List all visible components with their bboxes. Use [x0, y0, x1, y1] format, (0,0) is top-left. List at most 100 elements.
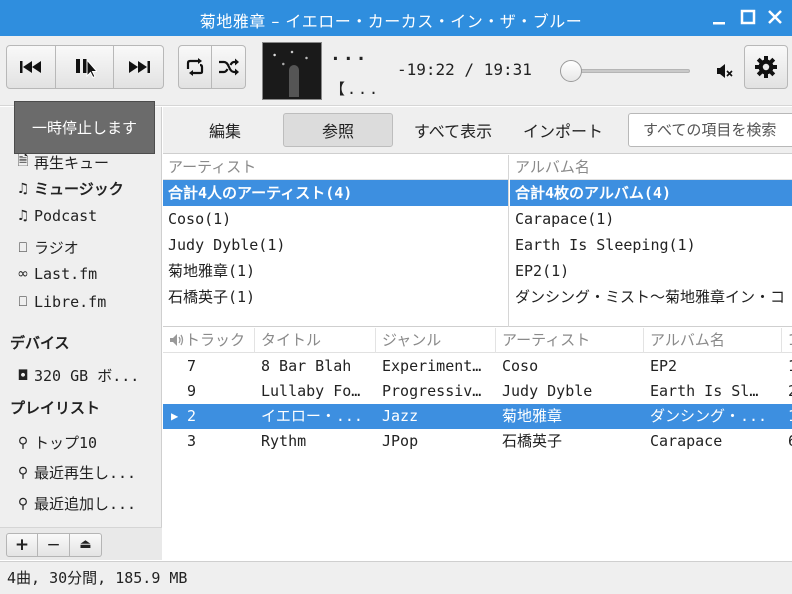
- track-cell-album: ダンシング・...: [650, 407, 768, 425]
- album-filter-row[interactable]: ダンシング・ミスト〜菊地雅章イン・コ: [510, 284, 792, 310]
- sidebar-footer: + − ⏏: [0, 527, 162, 560]
- artist-filter-row[interactable]: 石橋英子(1): [163, 284, 508, 310]
- add-button[interactable]: +: [6, 533, 38, 557]
- sidebar: デバイス プレイリスト + − ⏏ 🗎 再生キュー ♫ ミュージック ♫ Podcast ⎕…: [0, 107, 162, 560]
- sidebar-playlist-label: 最近追加し...: [34, 495, 137, 513]
- shuffle-icon: [218, 58, 239, 76]
- album-filter-row[interactable]: Earth Is Sleeping(1): [510, 232, 792, 258]
- track-row[interactable]: 3 Rythm JPop 石橋英子 Carapace 6: [163, 429, 792, 454]
- tab-import[interactable]: インポート: [515, 113, 611, 147]
- album-filter-row[interactable]: Carapace(1): [510, 206, 792, 232]
- track-cell-title: Lullaby Fo…: [261, 382, 361, 400]
- pause-icon: [75, 58, 97, 78]
- search-icon: ⚲: [17, 464, 29, 481]
- skip-back-icon: [20, 61, 41, 73]
- track-cell-album: Carapace: [650, 432, 723, 450]
- shuffle-button[interactable]: [212, 45, 246, 89]
- column-header-4[interactable]: アルバム名: [644, 328, 782, 353]
- tab-browse[interactable]: 参照: [283, 113, 393, 147]
- track-cell-track: 2: [187, 407, 197, 425]
- previous-track-button[interactable]: [6, 45, 56, 89]
- close-button[interactable]: [764, 6, 786, 28]
- artist-column-header[interactable]: アーティスト: [163, 155, 508, 180]
- sidebar-playlist-0[interactable]: ⚲ トップ10: [14, 432, 97, 453]
- sidebar-item-label: Podcast: [34, 207, 98, 225]
- album-filter-pane[interactable]: アルバム名 合計4枚のアルバム(4) Carapace(1) Earth Is Sl…: [510, 155, 792, 327]
- minimize-button[interactable]: [708, 6, 730, 28]
- album-cover[interactable]: [262, 42, 322, 100]
- repeat-button[interactable]: [178, 45, 212, 89]
- filter-panes: アーティスト 合計4人のアーティスト(4) Coso(1) Judy Dyble(1…: [163, 155, 792, 327]
- track-cell-artist: Judy Dyble: [502, 382, 593, 400]
- seek-slider-knob[interactable]: [560, 60, 582, 82]
- music-icon: ♫: [16, 180, 30, 197]
- remove-button[interactable]: −: [38, 533, 70, 557]
- tab-show-all[interactable]: すべて表示: [403, 113, 503, 147]
- track-cell-artist: 菊地雅章: [502, 407, 563, 425]
- track-row[interactable]: ▶ 2 イエロー・... Jazz 菊地雅章 ダンシング・... 1: [163, 404, 792, 429]
- close-icon: [768, 10, 782, 24]
- volume-muted-icon: [717, 64, 733, 78]
- sidebar-item-label: Libre.fm: [34, 293, 107, 311]
- track-list-header: トラックタイトル ジャンル アーティスト アルバム名 1: [163, 328, 792, 353]
- eject-button[interactable]: ⏏: [70, 533, 102, 557]
- column-header-3[interactable]: アーティスト: [496, 328, 644, 353]
- sidebar-item-5[interactable]: ⎕ Libre.fm: [14, 293, 106, 311]
- now-playing-icon: ▶: [171, 409, 179, 423]
- column-header-label: 1: [788, 331, 792, 349]
- time-display[interactable]: -19:22 / 19:31: [397, 60, 532, 79]
- sidebar-item-label: Last.fm: [34, 265, 98, 283]
- column-header-5[interactable]: 1: [782, 328, 792, 353]
- track-info: 【...: [330, 80, 381, 98]
- column-header-1[interactable]: タイトル: [255, 328, 376, 353]
- radio-icon: ⎕: [18, 239, 28, 256]
- lastfm-icon: ∞: [17, 266, 29, 282]
- sidebar-playlist-1[interactable]: ⚲ 最近再生し...: [14, 462, 136, 483]
- album-filter-row[interactable]: 合計4枚のアルバム(4): [510, 180, 792, 206]
- maximize-button[interactable]: [737, 6, 759, 28]
- sidebar-item-3[interactable]: ⎕ ラジオ: [14, 237, 79, 258]
- column-header-label: トラック: [185, 331, 246, 349]
- album-filter-row[interactable]: EP2(1): [510, 258, 792, 284]
- tab-edit[interactable]: 編集: [177, 113, 273, 147]
- sidebar-item-2[interactable]: ♫ Podcast: [14, 207, 98, 225]
- sidebar-device-0[interactable]: ◘ 320 GB ボ...: [14, 365, 139, 386]
- sidebar-playlist-2[interactable]: ⚲ 最近追加し...: [14, 493, 136, 514]
- sidebar-item-label: 再生キュー: [34, 153, 110, 172]
- track-row[interactable]: 7 8 Bar Blah Experiment… Coso EP2 1: [163, 354, 792, 379]
- artist-filter-row[interactable]: Coso(1): [163, 206, 508, 232]
- podcast-icon: ♫: [16, 208, 30, 224]
- artist-filter-pane[interactable]: アーティスト 合計4人のアーティスト(4) Coso(1) Judy Dyble(1…: [163, 155, 509, 327]
- track-row[interactable]: 9 Lullaby Fo… Progressiv… Judy Dyble Earth I…: [163, 379, 792, 404]
- track-list[interactable]: トラックタイトル ジャンル アーティスト アルバム名 1 7 8 Bar Blah Expe…: [163, 328, 792, 560]
- minimize-icon: [713, 22, 725, 25]
- track-cell-album: EP2: [650, 357, 678, 375]
- track-cell-track: 3: [187, 432, 197, 450]
- settings-button[interactable]: [744, 45, 788, 89]
- artist-filter-row[interactable]: Judy Dyble(1): [163, 232, 508, 258]
- track-cell-artist: Coso: [502, 357, 539, 375]
- sidebar-item-4[interactable]: ∞ Last.fm: [14, 265, 97, 283]
- column-header-2[interactable]: ジャンル: [376, 328, 496, 353]
- sidebar-item-1[interactable]: ♫ ミュージック: [14, 178, 124, 199]
- gear-icon: [755, 56, 777, 78]
- pause-button[interactable]: [56, 45, 114, 89]
- column-header-0[interactable]: トラック: [163, 328, 255, 353]
- search-input[interactable]: [643, 121, 792, 139]
- volume-button[interactable]: [716, 62, 734, 84]
- search-icon: ⚲: [17, 434, 29, 451]
- track-cell-title: イエロー・...: [261, 407, 363, 425]
- album-column-header[interactable]: アルバム名: [510, 155, 792, 180]
- sidebar-device-label: 320 GB ボ...: [34, 367, 140, 385]
- track-title-dots: ...: [330, 44, 369, 65]
- skip-forward-icon: [128, 61, 150, 73]
- artist-filter-row[interactable]: 菊地雅章(1): [163, 258, 508, 284]
- track-cell-extra: 1: [782, 404, 792, 429]
- sidebar-playlist-label: 最近再生し...: [34, 464, 137, 482]
- track-cell-track: 7: [187, 357, 197, 375]
- column-header-label: タイトル: [261, 331, 322, 349]
- artist-filter-row[interactable]: 合計4人のアーティスト(4): [163, 180, 508, 206]
- next-track-button[interactable]: [114, 45, 164, 89]
- track-cell-genre: JPop: [382, 432, 419, 450]
- search-box[interactable]: [628, 113, 792, 147]
